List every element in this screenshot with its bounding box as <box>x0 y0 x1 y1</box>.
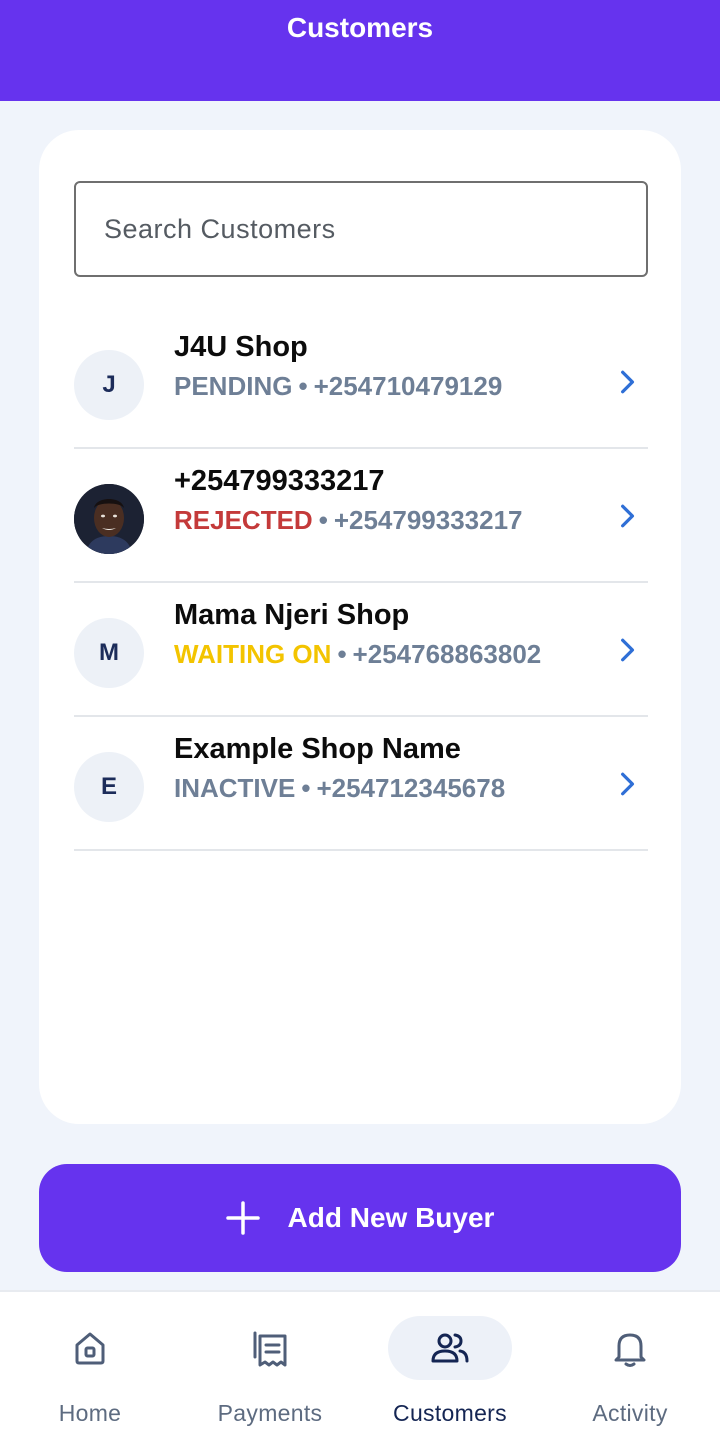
nav-icon-container <box>568 1316 692 1380</box>
search-box[interactable] <box>74 181 648 277</box>
avatar: E <box>74 752 144 822</box>
customer-row[interactable]: E Example Shop Name INACTIVE • +2547123456… <box>74 717 648 851</box>
home-icon <box>75 1332 105 1365</box>
separator-dot: • <box>298 371 308 401</box>
separator-dot: • <box>301 773 311 803</box>
avatar: J <box>74 350 144 420</box>
nav-icon-container <box>28 1316 152 1380</box>
page-title: Customers <box>286 12 434 43</box>
customer-phone: +254710479129 <box>313 371 503 401</box>
customer-row[interactable]: J J4U Shop PENDING • +254710479129 <box>74 315 648 449</box>
users-icon <box>431 1333 469 1363</box>
customers-card: J J4U Shop PENDING•+254710479129 <box>39 130 681 1124</box>
status-label: REJECTED <box>174 505 313 535</box>
nav-icon-container-active <box>388 1316 512 1380</box>
nav-item-customers[interactable]: Customers <box>360 1292 540 1446</box>
nav-icon-container <box>208 1316 332 1380</box>
nav-label-activity: Activity <box>592 1400 668 1426</box>
status-label: INACTIVE <box>174 773 296 803</box>
add-new-buyer-label: Add New Buyer <box>287 1202 495 1233</box>
receipt-icon <box>253 1331 287 1367</box>
add-new-buyer-button[interactable]: Add New Buyer <box>39 1164 681 1272</box>
customer-name: Mama Njeri Shop <box>174 599 410 631</box>
nav-label-payments: Payments <box>217 1400 323 1426</box>
customer-phone: +254712345678 <box>316 773 506 803</box>
nav-item-payments[interactable]: Payments <box>180 1292 360 1446</box>
status-label: WAITING ON <box>174 639 332 669</box>
avatar-photo <box>74 484 144 554</box>
chevron-right-icon[interactable] <box>614 369 640 395</box>
person-photo-icon <box>74 484 144 554</box>
customer-name: +254799333217 <box>174 465 385 497</box>
customer-subtitle: PENDING • +254710479129 <box>174 371 502 402</box>
chevron-right-icon[interactable] <box>614 637 640 663</box>
top-app-bar: Customers <box>0 0 720 101</box>
customers-screen: Customers J J4U Shop PENDING•+2547104791… <box>0 0 720 1446</box>
customer-subtitle: REJECTED • +254799333217 <box>174 505 523 536</box>
customer-phone: +254768863802 <box>352 639 542 669</box>
search-input[interactable] <box>76 183 646 275</box>
separator-dot: • <box>337 639 347 669</box>
customer-name: Example Shop Name <box>174 733 461 765</box>
customer-row[interactable]: M Mama Njeri Shop WAITING ON • +2547688638… <box>74 583 648 717</box>
nav-item-home[interactable]: Home <box>0 1292 180 1446</box>
customer-list: J J4U Shop PENDING • +254710479129 +2547… <box>74 315 648 851</box>
separator-dot: • <box>318 505 328 535</box>
customer-row[interactable]: +254799333217 REJECTED • +254799333217 <box>74 449 648 583</box>
chevron-right-icon[interactable] <box>614 503 640 529</box>
customer-phone: +254799333217 <box>333 505 523 535</box>
chevron-right-icon[interactable] <box>614 771 640 797</box>
nav-label-home: Home <box>58 1400 122 1426</box>
customer-subtitle: WAITING ON • +254768863802 <box>174 639 541 670</box>
plus-icon <box>225 1201 260 1235</box>
nav-item-activity[interactable]: Activity <box>540 1292 720 1446</box>
nav-label-customers: Customers <box>393 1400 507 1426</box>
bell-icon <box>614 1333 646 1367</box>
avatar: M <box>74 618 144 688</box>
customer-subtitle: INACTIVE • +254712345678 <box>174 773 505 804</box>
customer-name: J4U Shop <box>174 331 308 363</box>
status-label: PENDING <box>174 371 293 401</box>
bottom-navigation: Home Payments Customers Activity <box>0 1290 720 1446</box>
